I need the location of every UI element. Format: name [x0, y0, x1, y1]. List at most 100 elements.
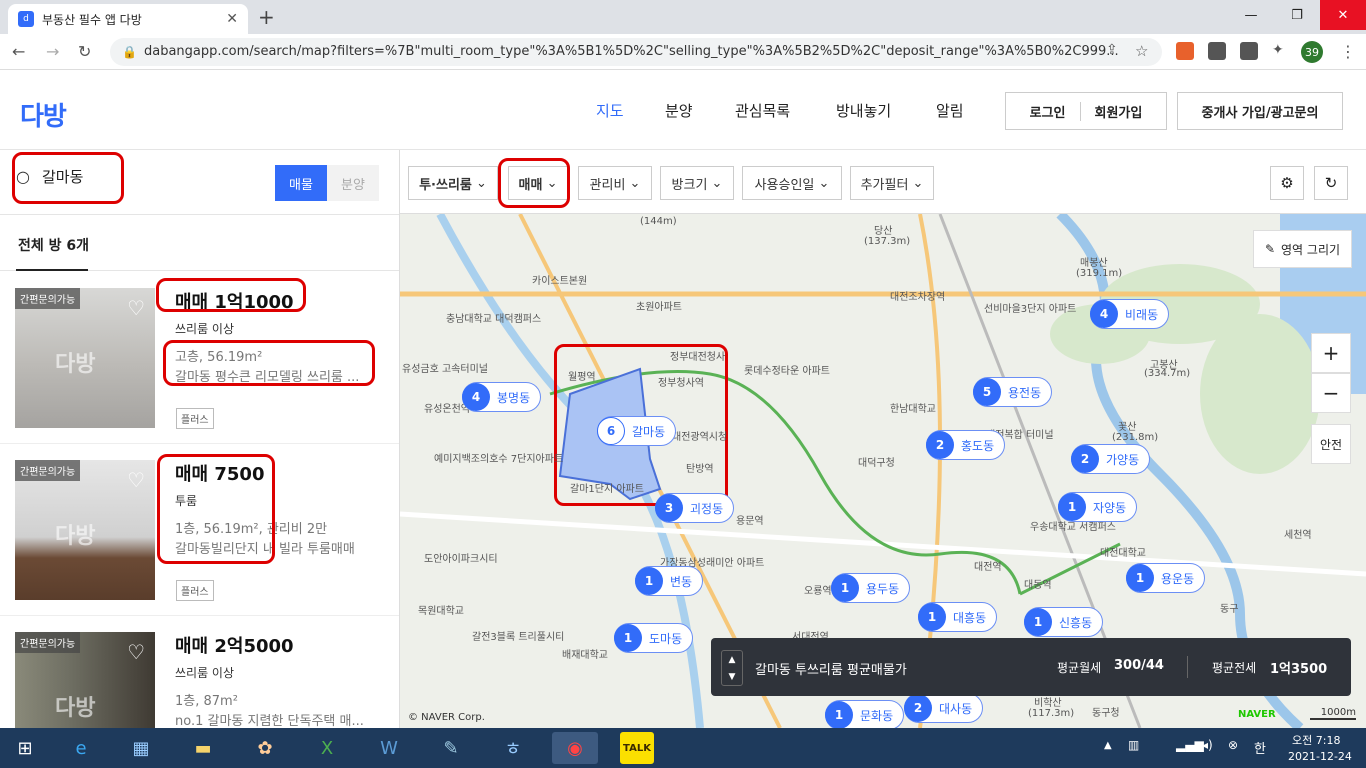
map-label: 갈전3블록 트리풀시티: [472, 632, 565, 643]
map-pin[interactable]: 4 비래동: [1090, 299, 1170, 329]
hangul-icon[interactable]: ㅎ: [496, 732, 530, 764]
restore-window-button[interactable]: ❐: [1274, 0, 1320, 30]
url-text: dabangapp.com/search/map?filters=%7B"mul…: [144, 44, 1119, 59]
filter-settings-icon[interactable]: ⚙: [1270, 166, 1304, 200]
map-pin[interactable]: 1 용운동: [1126, 563, 1206, 593]
volume-icon[interactable]: ◂): [1202, 738, 1213, 752]
listing-item[interactable]: 간편문의가능 ♡ 다방 매매 1억1000 쓰리룸 이상 고층, 56.19m²…: [0, 272, 399, 444]
refresh-icon[interactable]: ↻: [1314, 166, 1348, 200]
summary-collapse-button[interactable]: ▲ ▼: [721, 650, 743, 686]
favorite-heart-icon[interactable]: ♡: [127, 468, 145, 492]
map-pin[interactable]: 5 용전동: [973, 377, 1053, 407]
nav-notifications[interactable]: 알림: [936, 100, 964, 121]
browser-tab[interactable]: d 부동산 필수 앱 다방 ✕: [8, 4, 248, 34]
internet-explorer-icon[interactable]: e: [64, 732, 98, 764]
map-pin[interactable]: 1 대흥동: [918, 602, 998, 632]
dabang-logo[interactable]: 다방: [20, 96, 67, 133]
fee-filter[interactable]: 관리비 ⌄: [578, 166, 652, 200]
map-pin[interactable]: 1 자양동: [1058, 492, 1138, 522]
control-panel-icon[interactable]: ▦: [124, 732, 158, 764]
pin-count: 2: [926, 431, 954, 459]
dabang-watermark: 다방: [55, 524, 96, 549]
map-pin[interactable]: 1 용두동: [831, 573, 911, 603]
draw-area-button[interactable]: ✎ 영역 그리기: [1253, 230, 1352, 268]
word-icon[interactable]: W: [372, 732, 406, 764]
map-pin[interactable]: 2 대사동: [904, 693, 984, 723]
paint-icon[interactable]: ✿: [248, 732, 282, 764]
file-explorer-icon[interactable]: ▬: [186, 732, 220, 764]
map-pin[interactable]: 2 가양동: [1071, 444, 1151, 474]
nav-map[interactable]: 지도: [596, 100, 624, 121]
close-tab-icon[interactable]: ✕: [226, 11, 238, 27]
agent-signup-button[interactable]: 중개사 가입/광고문의: [1177, 92, 1343, 130]
extension-icon[interactable]: [1176, 42, 1194, 60]
map-pin[interactable]: 1 문화동: [825, 700, 905, 728]
quick-inquiry-tag: 간편문의가능: [15, 460, 81, 481]
listing-thumbnail[interactable]: 간편문의가능 ♡ 다방: [15, 288, 155, 428]
new-tab-button[interactable]: +: [258, 5, 275, 29]
kakaotalk-icon[interactable]: TALK: [620, 732, 654, 764]
listing-item[interactable]: 간편문의가능 ♡ 다방 매매 2억5000 쓰리룸 이상 1층, 87m² no…: [0, 616, 399, 728]
map-label: 월평역: [568, 372, 596, 383]
map-label: (144m): [640, 216, 677, 227]
zoom-in-button[interactable]: +: [1311, 333, 1351, 373]
nav-presale[interactable]: 분양: [665, 100, 693, 121]
map-label: (231.8m): [1112, 432, 1159, 443]
summary-divider: [1187, 656, 1188, 678]
bookmark-star-icon[interactable]: ☆: [1135, 42, 1148, 60]
pin-name: 봉명동: [497, 390, 531, 405]
map-pin[interactable]: 2 홍도동: [926, 430, 1006, 460]
back-arrow-icon[interactable]: ←: [12, 42, 25, 61]
jeonse-value: 1억3500: [1270, 662, 1328, 677]
nav-list-room[interactable]: 방내놓기: [836, 100, 891, 121]
room-type-filter[interactable]: 투·쓰리룸 ⌄: [408, 166, 498, 200]
chrome-icon[interactable]: ◉: [552, 732, 598, 764]
pin-name: 용두동: [866, 581, 900, 596]
signup-button[interactable]: 회원가입: [1081, 102, 1157, 121]
listing-thumbnail[interactable]: 간편문의가능 ♡ 다방: [15, 632, 155, 728]
map-pin-galma[interactable]: 6 갈마동: [597, 416, 677, 446]
notification-icon[interactable]: ⊗: [1228, 738, 1238, 752]
extensions-puzzle-icon[interactable]: ✦: [1272, 42, 1284, 58]
nav-favorites[interactable]: 관심목록: [735, 100, 790, 121]
favorite-heart-icon[interactable]: ♡: [127, 296, 145, 320]
ime-indicator[interactable]: 한: [1254, 738, 1266, 757]
size-filter[interactable]: 방크기 ⌄: [660, 166, 734, 200]
tray-expand-icon[interactable]: ▲: [1104, 740, 1112, 751]
listing-thumbnail[interactable]: 간편문의가능 ♡ 다방: [15, 460, 155, 600]
windows-start-icon[interactable]: ⊞: [8, 732, 42, 764]
share-icon[interactable]: ⇪: [1106, 42, 1118, 58]
close-window-button[interactable]: ✕: [1320, 0, 1366, 30]
forward-arrow-icon[interactable]: →: [46, 42, 59, 61]
network-icon[interactable]: ▥: [1128, 738, 1139, 752]
signal-icon[interactable]: ▂▄▆: [1176, 738, 1204, 752]
more-filter[interactable]: 추가필터 ⌄: [850, 166, 934, 200]
extension-icon[interactable]: [1208, 42, 1226, 60]
reload-icon[interactable]: ↻: [78, 42, 91, 61]
map-pin[interactable]: 1 도마동: [614, 623, 694, 653]
safety-button[interactable]: 안전: [1311, 424, 1351, 464]
map-label: 정부대전청사: [670, 352, 726, 363]
naver-logo: NAVER: [1238, 709, 1276, 720]
notepad-icon[interactable]: ✎: [434, 732, 468, 764]
extension-icon[interactable]: [1240, 42, 1258, 60]
map-pin[interactable]: 4 봉명동: [462, 382, 542, 412]
map-pin[interactable]: 1 변동: [635, 566, 704, 596]
zoom-out-button[interactable]: −: [1311, 373, 1351, 413]
login-button[interactable]: 로그인: [1016, 101, 1081, 121]
map-pin[interactable]: 1 신흥동: [1024, 607, 1104, 637]
map-label: 대전조차장역: [890, 292, 946, 303]
browser-menu-icon[interactable]: ⋮: [1340, 42, 1356, 61]
minimize-window-button[interactable]: —: [1228, 0, 1274, 30]
map-pin[interactable]: 3 괴정동: [655, 493, 735, 523]
room-type-label: 투·쓰리룸: [419, 177, 472, 193]
map-label: 배재대학교: [562, 650, 608, 661]
favorite-heart-icon[interactable]: ♡: [127, 640, 145, 664]
listing-item[interactable]: 간편문의가능 ♡ 다방 매매 7500 투룸 1층, 56.19m², 관리비 …: [0, 444, 399, 616]
url-field[interactable]: 🔒 dabangapp.com/search/map?filters=%7B"m…: [110, 38, 1162, 66]
excel-icon[interactable]: X: [310, 732, 344, 764]
listing-toggle[interactable]: 매물: [275, 165, 327, 201]
presale-toggle[interactable]: 분양: [327, 165, 379, 201]
approval-date-filter[interactable]: 사용승인일 ⌄: [742, 166, 842, 200]
profile-avatar[interactable]: 39: [1301, 41, 1323, 63]
